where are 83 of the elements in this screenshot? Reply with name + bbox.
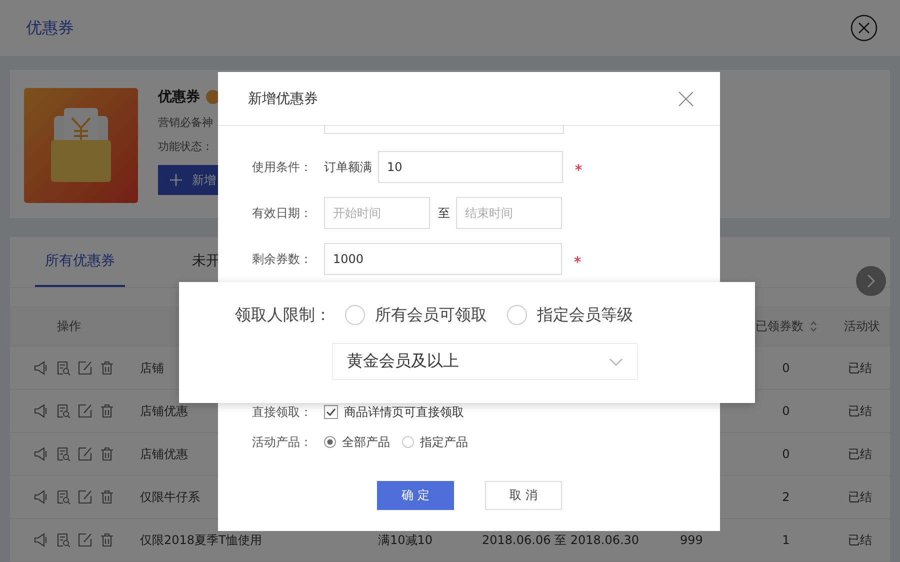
- option-label: 全部产品: [342, 434, 390, 450]
- table-cell: 已结: [848, 402, 872, 420]
- field-label: 使用条件：: [251, 158, 312, 176]
- table-cell: 已结: [848, 446, 872, 462]
- document-search-icon[interactable]: [55, 360, 71, 376]
- table-cell: 店铺优惠: [140, 402, 188, 420]
- field-label: 有效日期：: [251, 204, 312, 222]
- date-field[interactable]: 开始时间: [324, 197, 430, 229]
- cancel-button[interactable]: 取 消: [485, 481, 562, 510]
- input-field[interactable]: [324, 126, 564, 134]
- field-label: 活动产品：: [251, 434, 312, 450]
- chevron-down-icon: [609, 358, 623, 366]
- field-prefix: 订单额满: [324, 158, 372, 176]
- sort-icon: [810, 321, 816, 332]
- table-cell: 仅限牛仔系: [140, 488, 200, 506]
- table-cell: 店铺: [140, 360, 164, 376]
- table-cell: 仅限2018夏季T恤使用: [140, 532, 262, 548]
- confirm-button[interactable]: 确 定: [377, 481, 454, 510]
- input-field[interactable]: 1000: [324, 243, 562, 275]
- megaphone-icon[interactable]: [33, 532, 49, 548]
- next-icon[interactable]: [856, 266, 886, 296]
- field-label: 领取人限制：: [235, 304, 331, 326]
- table-cell: 2: [782, 490, 790, 504]
- plus-icon: [170, 174, 182, 186]
- document-search-icon[interactable]: [55, 446, 71, 462]
- asterisk-icon: [575, 164, 582, 170]
- document-search-icon[interactable]: [55, 532, 71, 548]
- trash-icon[interactable]: [99, 489, 115, 505]
- document-search-icon[interactable]: [55, 489, 71, 505]
- table-cell: 店铺优惠: [140, 446, 188, 462]
- input-field[interactable]: 10: [378, 151, 563, 183]
- field-label: 剩余券数：: [251, 250, 312, 268]
- feature-name: 优惠券: [158, 88, 200, 106]
- megaphone-icon[interactable]: [33, 403, 49, 419]
- radio-button[interactable]: [402, 436, 414, 448]
- feature-description: 营销必备神: [158, 115, 214, 130]
- close-icon[interactable]: [850, 14, 878, 42]
- page-title: 优惠券: [26, 18, 74, 38]
- option-label: 指定产品: [420, 434, 468, 450]
- range-separator: 至: [438, 204, 450, 222]
- edit-icon[interactable]: [77, 403, 93, 419]
- option-label: 指定会员等级: [537, 304, 633, 326]
- table-cell: 1: [782, 533, 790, 547]
- edit-icon[interactable]: [77, 489, 93, 505]
- table-cell: 已结: [848, 532, 872, 548]
- member-level-select[interactable]: 黄金会员及以上: [332, 343, 638, 380]
- edit-icon[interactable]: [77, 446, 93, 462]
- trash-icon[interactable]: [99, 532, 115, 548]
- table-cell: 0: [782, 361, 790, 375]
- megaphone-icon[interactable]: [33, 446, 49, 462]
- document-search-icon[interactable]: [55, 403, 71, 419]
- table-cell: 满10减10: [378, 532, 433, 548]
- checkbox[interactable]: [324, 405, 338, 419]
- asterisk-icon: [574, 256, 581, 262]
- table-cell: 已结: [848, 360, 872, 376]
- date-field[interactable]: 结束时间: [456, 197, 562, 229]
- table-cell: 0: [782, 447, 790, 461]
- table-cell: 0: [782, 404, 790, 418]
- check-icon: [326, 408, 336, 416]
- coupon-wallet-icon: [24, 88, 138, 203]
- column-header[interactable]: 已领券数: [756, 318, 816, 335]
- trash-icon[interactable]: [99, 446, 115, 462]
- trash-icon[interactable]: [99, 360, 115, 376]
- status-label: 功能状态：: [158, 139, 214, 154]
- option-label: 商品详情页可直接领取: [344, 404, 464, 420]
- close-icon[interactable]: [678, 90, 694, 106]
- megaphone-icon[interactable]: [33, 489, 49, 505]
- table-cell: 2018.06.06 至 2018.06.30: [482, 532, 640, 548]
- megaphone-icon[interactable]: [33, 360, 49, 376]
- dialog-title: 新增优惠券: [248, 90, 318, 108]
- radio-button[interactable]: [324, 436, 336, 448]
- option-label: 所有会员可领取: [375, 304, 487, 326]
- edit-icon[interactable]: [77, 360, 93, 376]
- table-cell: 999: [680, 533, 703, 547]
- field-label: 直接领取：: [251, 404, 312, 420]
- trash-icon[interactable]: [99, 403, 115, 419]
- tab[interactable]: 所有优惠券: [35, 237, 125, 287]
- edit-icon[interactable]: [77, 532, 93, 548]
- column-header: 活动状: [844, 318, 880, 335]
- column-header: 操作: [57, 318, 81, 335]
- table-cell: 已结: [848, 488, 872, 506]
- radio-button[interactable]: [507, 305, 527, 325]
- radio-button[interactable]: [345, 305, 365, 325]
